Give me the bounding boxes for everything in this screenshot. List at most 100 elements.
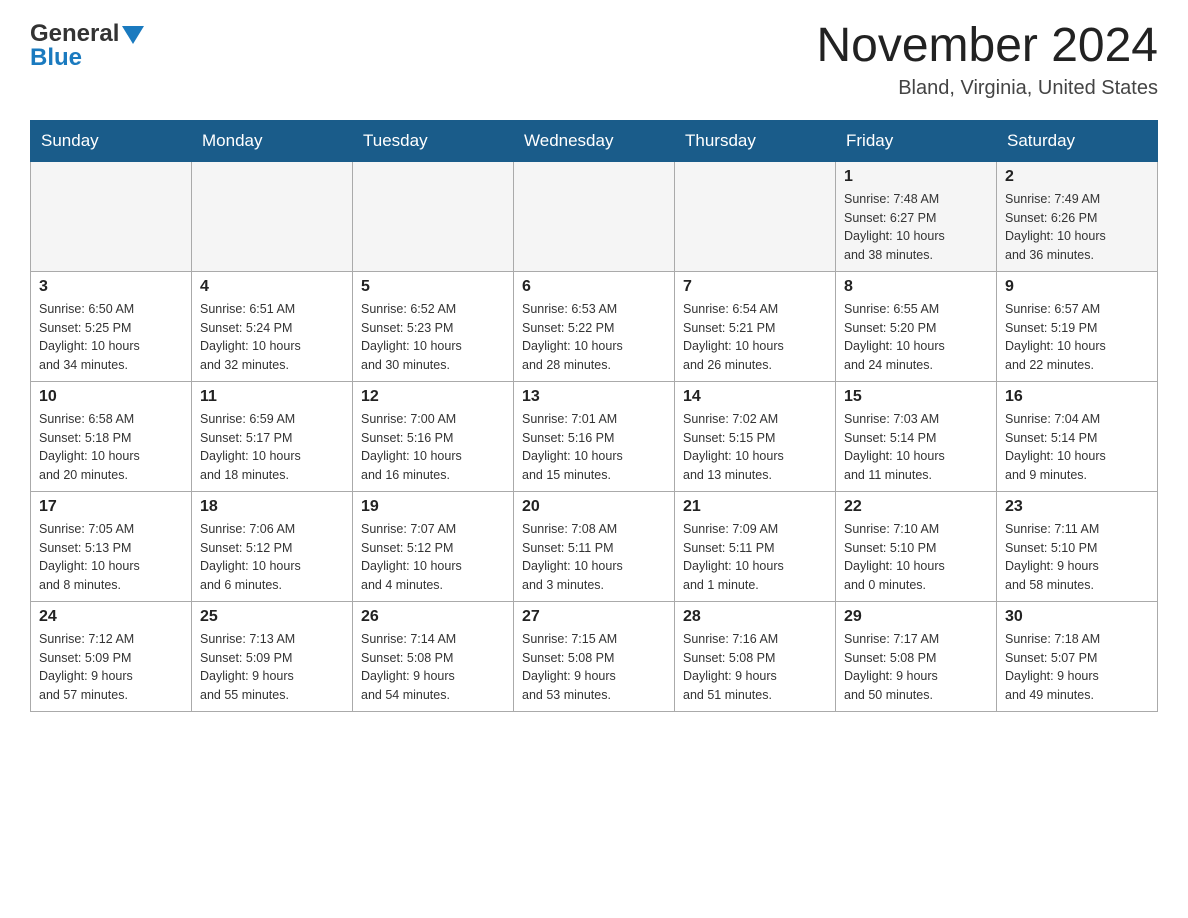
- day-number: 30: [1005, 608, 1149, 626]
- month-title: November 2024: [816, 20, 1158, 73]
- day-number: 20: [522, 498, 666, 516]
- calendar-cell: 2Sunrise: 7:49 AM Sunset: 6:26 PM Daylig…: [997, 161, 1158, 271]
- calendar-cell: 25 Sunrise: 7:13 AM Sunset: 5:09 PM Dayli…: [192, 601, 353, 711]
- day-info: Sunrise: 7:09 AM Sunset: 5:11 PM Dayligh…: [683, 520, 827, 595]
- day-info: Sunrise: 6:51 AM Sunset: 5:24 PM Dayligh…: [200, 300, 344, 375]
- day-number: 12: [361, 388, 505, 406]
- calendar-cell: 11 Sunrise: 6:59 AM Sunset: 5:17 PM Dayli…: [192, 381, 353, 491]
- calendar-week-3: 10 Sunrise: 6:58 AM Sunset: 5:18 PM Dayli…: [31, 381, 1158, 491]
- calendar-cell: 21 Sunrise: 7:09 AM Sunset: 5:11 PM Dayli…: [675, 491, 836, 601]
- day-info: Sunrise: 6:58 AM Sunset: 5:18 PM Dayligh…: [39, 410, 183, 485]
- day-info: Sunrise: 7:15 AM Sunset: 5:08 PM Dayligh…: [522, 630, 666, 705]
- day-number: 11: [200, 388, 344, 406]
- day-number: 6: [522, 278, 666, 296]
- calendar-cell: [192, 161, 353, 271]
- logo-blue-text: Blue: [30, 44, 82, 72]
- calendar-cell: 13 Sunrise: 7:01 AM Sunset: 5:16 PM Dayli…: [514, 381, 675, 491]
- day-number: 25: [200, 608, 344, 626]
- calendar-cell: 23 Sunrise: 7:11 AM Sunset: 5:10 PM Dayli…: [997, 491, 1158, 601]
- day-number: 3: [39, 278, 183, 296]
- day-number: 26: [361, 608, 505, 626]
- day-info: Sunrise: 7:14 AM Sunset: 5:08 PM Dayligh…: [361, 630, 505, 705]
- calendar-cell: 27 Sunrise: 7:15 AM Sunset: 5:08 PM Dayli…: [514, 601, 675, 711]
- day-info: Sunrise: 6:55 AM Sunset: 5:20 PM Dayligh…: [844, 300, 988, 375]
- day-number: 28: [683, 608, 827, 626]
- calendar-cell: 6 Sunrise: 6:53 AM Sunset: 5:22 PM Daylig…: [514, 271, 675, 381]
- calendar-cell: 24 Sunrise: 7:12 AM Sunset: 5:09 PM Dayli…: [31, 601, 192, 711]
- calendar-cell: 7 Sunrise: 6:54 AM Sunset: 5:21 PM Daylig…: [675, 271, 836, 381]
- day-number: 2: [1005, 168, 1149, 186]
- day-info: Sunrise: 6:59 AM Sunset: 5:17 PM Dayligh…: [200, 410, 344, 485]
- calendar-table: SundayMondayTuesdayWednesdayThursdayFrid…: [30, 120, 1158, 712]
- calendar-cell: 8 Sunrise: 6:55 AM Sunset: 5:20 PM Daylig…: [836, 271, 997, 381]
- calendar-cell: 16 Sunrise: 7:04 AM Sunset: 5:14 PM Dayli…: [997, 381, 1158, 491]
- calendar-week-4: 17Sunrise: 7:05 AM Sunset: 5:13 PM Dayli…: [31, 491, 1158, 601]
- location-text: Bland, Virginia, United States: [816, 77, 1158, 100]
- calendar-cell: 5 Sunrise: 6:52 AM Sunset: 5:23 PM Daylig…: [353, 271, 514, 381]
- day-number: 29: [844, 608, 988, 626]
- day-info: Sunrise: 7:07 AM Sunset: 5:12 PM Dayligh…: [361, 520, 505, 595]
- day-number: 27: [522, 608, 666, 626]
- calendar-header-row: SundayMondayTuesdayWednesdayThursdayFrid…: [31, 120, 1158, 161]
- day-number: 18: [200, 498, 344, 516]
- day-number: 4: [200, 278, 344, 296]
- calendar-cell: 15 Sunrise: 7:03 AM Sunset: 5:14 PM Dayli…: [836, 381, 997, 491]
- day-number: 19: [361, 498, 505, 516]
- calendar-cell: [675, 161, 836, 271]
- calendar-header-friday: Friday: [836, 120, 997, 161]
- calendar-header-sunday: Sunday: [31, 120, 192, 161]
- day-info: Sunrise: 6:53 AM Sunset: 5:22 PM Dayligh…: [522, 300, 666, 375]
- calendar-cell: 1 Sunrise: 7:48 AM Sunset: 6:27 PM Daylig…: [836, 161, 997, 271]
- day-info: Sunrise: 6:52 AM Sunset: 5:23 PM Dayligh…: [361, 300, 505, 375]
- day-number: 13: [522, 388, 666, 406]
- day-info: Sunrise: 6:54 AM Sunset: 5:21 PM Dayligh…: [683, 300, 827, 375]
- calendar-cell: 20 Sunrise: 7:08 AM Sunset: 5:11 PM Dayli…: [514, 491, 675, 601]
- day-info: Sunrise: 7:04 AM Sunset: 5:14 PM Dayligh…: [1005, 410, 1149, 485]
- day-number: 16: [1005, 388, 1149, 406]
- calendar-cell: [353, 161, 514, 271]
- calendar-cell: 3 Sunrise: 6:50 AM Sunset: 5:25 PM Daylig…: [31, 271, 192, 381]
- calendar-week-2: 3 Sunrise: 6:50 AM Sunset: 5:25 PM Daylig…: [31, 271, 1158, 381]
- calendar-cell: 30 Sunrise: 7:18 AM Sunset: 5:07 PM Dayli…: [997, 601, 1158, 711]
- day-number: 1: [844, 168, 988, 186]
- day-number: 10: [39, 388, 183, 406]
- calendar-cell: 26 Sunrise: 7:14 AM Sunset: 5:08 PM Dayli…: [353, 601, 514, 711]
- calendar-cell: 18Sunrise: 7:06 AM Sunset: 5:12 PM Dayli…: [192, 491, 353, 601]
- day-info: Sunrise: 7:18 AM Sunset: 5:07 PM Dayligh…: [1005, 630, 1149, 705]
- day-info: Sunrise: 7:03 AM Sunset: 5:14 PM Dayligh…: [844, 410, 988, 485]
- day-info: Sunrise: 7:12 AM Sunset: 5:09 PM Dayligh…: [39, 630, 183, 705]
- day-info: Sunrise: 7:11 AM Sunset: 5:10 PM Dayligh…: [1005, 520, 1149, 595]
- day-number: 9: [1005, 278, 1149, 296]
- day-number: 14: [683, 388, 827, 406]
- day-number: 7: [683, 278, 827, 296]
- calendar-cell: 14Sunrise: 7:02 AM Sunset: 5:15 PM Dayli…: [675, 381, 836, 491]
- page-header: General Blue November 2024 Bland, Virgin…: [30, 20, 1158, 100]
- day-number: 5: [361, 278, 505, 296]
- calendar-header-thursday: Thursday: [675, 120, 836, 161]
- day-info: Sunrise: 6:50 AM Sunset: 5:25 PM Dayligh…: [39, 300, 183, 375]
- day-number: 8: [844, 278, 988, 296]
- day-number: 22: [844, 498, 988, 516]
- calendar-cell: 4 Sunrise: 6:51 AM Sunset: 5:24 PM Daylig…: [192, 271, 353, 381]
- day-info: Sunrise: 7:08 AM Sunset: 5:11 PM Dayligh…: [522, 520, 666, 595]
- day-info: Sunrise: 7:48 AM Sunset: 6:27 PM Dayligh…: [844, 190, 988, 265]
- calendar-cell: 22 Sunrise: 7:10 AM Sunset: 5:10 PM Dayli…: [836, 491, 997, 601]
- calendar-cell: 29 Sunrise: 7:17 AM Sunset: 5:08 PM Dayli…: [836, 601, 997, 711]
- calendar-cell: 9 Sunrise: 6:57 AM Sunset: 5:19 PM Daylig…: [997, 271, 1158, 381]
- day-info: Sunrise: 7:01 AM Sunset: 5:16 PM Dayligh…: [522, 410, 666, 485]
- day-info: Sunrise: 7:17 AM Sunset: 5:08 PM Dayligh…: [844, 630, 988, 705]
- calendar-week-1: 1 Sunrise: 7:48 AM Sunset: 6:27 PM Daylig…: [31, 161, 1158, 271]
- calendar-header-monday: Monday: [192, 120, 353, 161]
- day-info: Sunrise: 7:05 AM Sunset: 5:13 PM Dayligh…: [39, 520, 183, 595]
- day-info: Sunrise: 6:57 AM Sunset: 5:19 PM Dayligh…: [1005, 300, 1149, 375]
- day-number: 23: [1005, 498, 1149, 516]
- day-number: 15: [844, 388, 988, 406]
- day-info: Sunrise: 7:10 AM Sunset: 5:10 PM Dayligh…: [844, 520, 988, 595]
- day-number: 24: [39, 608, 183, 626]
- calendar-cell: 19 Sunrise: 7:07 AM Sunset: 5:12 PM Dayli…: [353, 491, 514, 601]
- day-info: Sunrise: 7:13 AM Sunset: 5:09 PM Dayligh…: [200, 630, 344, 705]
- day-number: 21: [683, 498, 827, 516]
- calendar-cell: 12Sunrise: 7:00 AM Sunset: 5:16 PM Dayli…: [353, 381, 514, 491]
- day-info: Sunrise: 7:16 AM Sunset: 5:08 PM Dayligh…: [683, 630, 827, 705]
- logo-triangle-icon: [122, 26, 144, 44]
